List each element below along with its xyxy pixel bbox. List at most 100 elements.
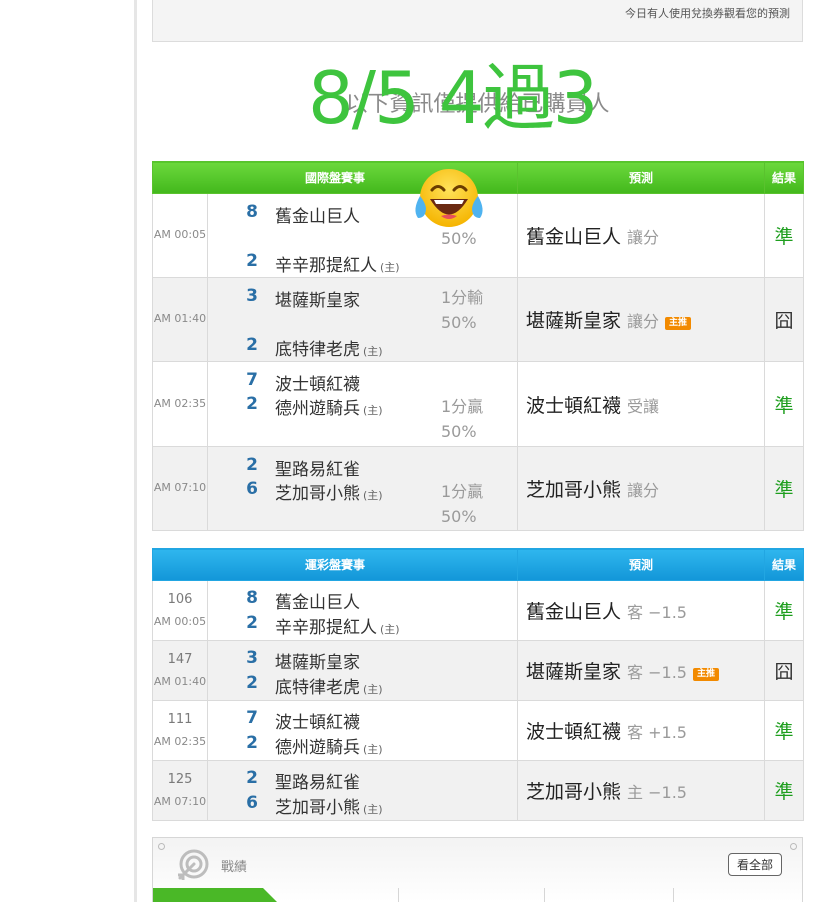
result-mark: 準: [764, 760, 805, 821]
sport-games-table: 運彩盤賽事 預測 結果 106 AM 00:05 8 舊金山巨人 2 辛辛那提紅人…: [151, 548, 805, 821]
sport-table-header: 運彩盤賽事 預測 結果: [151, 548, 805, 581]
away-team[interactable]: 堪薩斯皇家: [275, 286, 360, 311]
home-team[interactable]: 德州遊騎兵 (主): [275, 394, 383, 419]
match-cell: 8 舊金山巨人 2 辛辛那提紅人 (主): [206, 580, 519, 641]
home-team-name: 芝加哥小熊: [275, 484, 360, 504]
prediction-type: 讓分: [627, 481, 660, 500]
record-tab-active[interactable]: [153, 888, 278, 902]
handicap-line-2: 50%: [441, 313, 477, 332]
home-team-name: 德州遊騎兵: [275, 738, 360, 758]
home-score: 2: [246, 394, 258, 414]
table-row: AM 02:35 7 波士頓紅襪 2 德州遊騎兵 (主) 1分贏 50% 波士頓紅…: [152, 361, 805, 447]
prediction-team: 波士頓紅襪: [526, 721, 622, 743]
result-mark: 準: [764, 580, 805, 641]
game-time: AM 00:05: [153, 614, 207, 628]
away-team[interactable]: 聖路易紅雀: [275, 768, 360, 793]
game-time: AM 02:35: [153, 734, 207, 748]
game-time: AM 02:35: [152, 361, 208, 447]
prediction-cell: 堪薩斯皇家 讓分 主推: [517, 277, 766, 362]
game-time: AM 07:10: [153, 794, 207, 808]
table-row: AM 01:40 3 堪薩斯皇家 2 底特律老虎 (主) 1分輸 50% 堪薩斯皇…: [152, 277, 805, 362]
home-score: 6: [246, 793, 258, 813]
home-team-name: 底特律老虎: [275, 678, 360, 698]
home-mark: (主): [380, 261, 400, 274]
result-mark: 囧: [764, 277, 805, 362]
home-team[interactable]: 底特律老虎 (主): [275, 335, 383, 360]
prediction-cell: 波士頓紅襪客 +1.5: [517, 700, 766, 761]
prediction-cell: 堪薩斯皇家客 −1.5 主推: [517, 640, 766, 701]
prediction-cell: 芝加哥小熊 讓分: [517, 446, 766, 531]
match-cell: 3 堪薩斯皇家 2 底特律老虎 (主) 1分輸 50%: [206, 277, 519, 362]
prediction-team: 舊金山巨人: [526, 601, 622, 623]
table-row: 125 AM 07:10 2 聖路易紅雀 6 芝加哥小熊 (主) 芝加哥小熊主 −1…: [152, 760, 805, 821]
home-team[interactable]: 底特律老虎 (主): [275, 673, 383, 698]
home-score: 6: [246, 479, 258, 499]
away-score: 3: [246, 648, 258, 668]
home-mark: (主): [363, 803, 383, 816]
home-team[interactable]: 芝加哥小熊 (主): [275, 793, 383, 818]
featured-badge: 主推: [665, 317, 692, 330]
prediction-cell: 舊金山巨人客 −1.5: [517, 580, 766, 641]
left-divider: [134, 0, 137, 902]
prediction-type: 客 +1.5: [627, 723, 687, 742]
intl-header-prediction: 預測: [517, 161, 766, 194]
prediction-type: 客 −1.5: [627, 663, 687, 682]
record-tabs: [153, 888, 804, 902]
prediction-type: 讓分: [627, 312, 660, 331]
home-score: 2: [246, 733, 258, 753]
game-time: AM 07:10: [152, 446, 208, 531]
away-team[interactable]: 聖路易紅雀: [275, 455, 360, 480]
home-score: 2: [246, 251, 258, 271]
away-score: 7: [246, 708, 258, 728]
home-team[interactable]: 芝加哥小熊 (主): [275, 479, 383, 504]
view-all-button[interactable]: 看全部: [727, 853, 782, 876]
home-team[interactable]: 辛辛那提紅人 (主): [275, 613, 400, 638]
handicap-line-1: 1分輸: [441, 288, 484, 307]
prediction-cell: 舊金山巨人 讓分: [517, 193, 766, 278]
prediction-team: 波士頓紅襪: [526, 394, 622, 417]
handicap-line-2: 50%: [441, 422, 477, 441]
face-with-tears-of-joy-icon: [415, 169, 483, 227]
prediction-team: 堪薩斯皇家: [526, 310, 622, 332]
away-score: 8: [246, 588, 258, 608]
tab-divider: [398, 888, 399, 902]
prediction-type: 客 −1.5: [627, 603, 687, 622]
overlay-text: 8/5 4過3: [308, 56, 598, 140]
match-cell: 2 聖路易紅雀 6 芝加哥小熊 (主) 1分贏 50%: [206, 446, 519, 531]
home-team-name: 底特律老虎: [275, 340, 360, 360]
home-mark: (主): [363, 489, 383, 502]
home-team[interactable]: 德州遊騎兵 (主): [275, 733, 383, 758]
game-time-cell: 147 AM 01:40: [152, 640, 208, 701]
result-mark: 準: [764, 446, 805, 531]
record-panel: 戰績 看全部: [152, 837, 803, 902]
away-team[interactable]: 波士頓紅襪: [275, 370, 360, 395]
home-mark: (主): [380, 623, 400, 636]
away-score: 8: [246, 202, 258, 222]
prediction-team: 舊金山巨人: [526, 226, 622, 248]
home-team-name: 辛辛那提紅人: [275, 256, 377, 276]
top-notice-text: 今日有人使用兌換券觀看您的預測: [625, 7, 790, 20]
sport-header-event: 運彩盤賽事: [151, 548, 519, 581]
home-team[interactable]: 辛辛那提紅人 (主): [275, 251, 400, 276]
match-cell: 7 波士頓紅襪 2 德州遊騎兵 (主) 1分贏 50%: [206, 361, 519, 447]
table-row: AM 07:10 2 聖路易紅雀 6 芝加哥小熊 (主) 1分贏 50% 芝加哥小…: [152, 446, 805, 531]
game-code: 125: [167, 771, 193, 787]
handicap-line-1: 1分贏: [441, 397, 484, 416]
top-notice-panel: 今日有人使用兌換券觀看您的預測: [152, 0, 803, 42]
home-team-name: 德州遊騎兵: [275, 399, 360, 419]
home-mark: (主): [363, 404, 383, 417]
home-score: 2: [246, 673, 258, 693]
away-team[interactable]: 波士頓紅襪: [275, 708, 360, 733]
result-mark: 準: [764, 193, 805, 278]
tab-divider: [673, 888, 674, 902]
away-score: 7: [246, 370, 258, 390]
home-mark: (主): [363, 743, 383, 756]
handicap-line-1: 1分贏: [441, 482, 484, 501]
game-code: 147: [167, 651, 193, 667]
prediction-team: 芝加哥小熊: [526, 479, 622, 501]
record-title: 戰績: [221, 860, 248, 875]
away-team[interactable]: 舊金山巨人: [275, 202, 360, 227]
away-team[interactable]: 堪薩斯皇家: [275, 648, 360, 673]
away-team[interactable]: 舊金山巨人: [275, 588, 360, 613]
result-mark: 準: [764, 700, 805, 761]
